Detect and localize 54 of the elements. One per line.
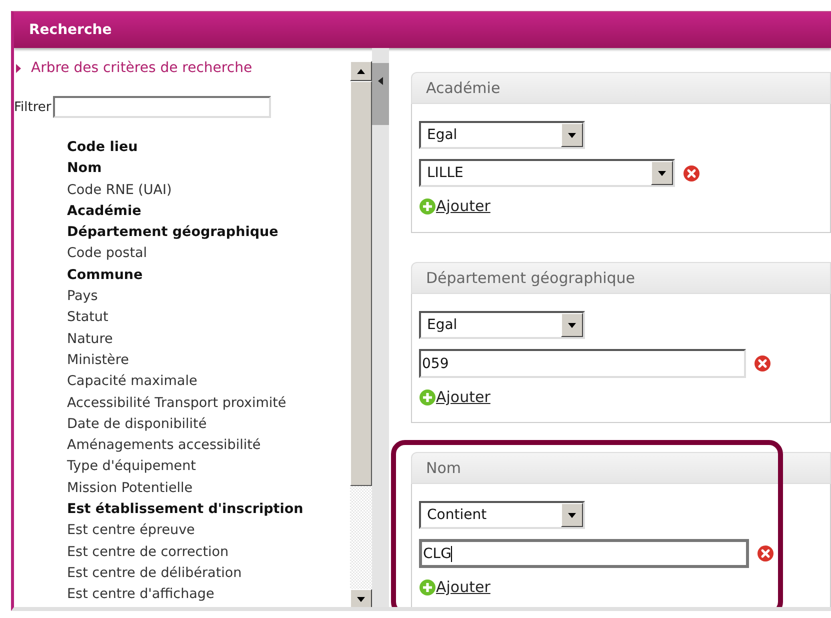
criterion-item[interactable]: Code RNE (UAI): [67, 180, 350, 201]
criterion-item[interactable]: Mission Potentielle: [67, 478, 350, 500]
caret-down-icon: [568, 132, 576, 138]
caret-down-icon: [658, 170, 666, 176]
criterion-item[interactable]: Commune: [67, 264, 350, 286]
scroll-thumb[interactable]: [350, 81, 372, 486]
panel-title: Recherche: [29, 22, 112, 38]
criterion-item[interactable]: Est centre de délibération: [67, 562, 350, 584]
criterion-title: Département géographique: [426, 269, 636, 287]
caret-down-icon: [568, 322, 576, 328]
remove-icon[interactable]: [683, 164, 700, 182]
criterion-item[interactable]: Date de disponibilité: [67, 414, 350, 436]
value-input[interactable]: CLG: [419, 539, 749, 568]
add-link[interactable]: Ajouter: [436, 578, 490, 596]
tree-title-link[interactable]: Arbre des critères de recherche: [31, 60, 252, 76]
remove-icon[interactable]: [754, 355, 771, 372]
criterion-item[interactable]: Statut: [67, 307, 350, 329]
criterion-item[interactable]: Code lieu: [67, 137, 350, 158]
collapse-handle[interactable]: [372, 63, 389, 125]
add-link[interactable]: Ajouter: [436, 388, 490, 406]
value-dropdown[interactable]: LILLE: [419, 159, 675, 187]
criterion-item[interactable]: Capacité maximale: [67, 371, 350, 393]
criterion-item[interactable]: Est centre de correction: [67, 542, 350, 563]
expand-arrow-icon[interactable]: [16, 64, 21, 72]
criterion-title: Nom: [426, 459, 462, 477]
scroll-down-button[interactable]: [350, 589, 372, 607]
criterion-item[interactable]: Ministère: [67, 350, 350, 372]
filter-input[interactable]: [53, 96, 272, 118]
criterion-item[interactable]: Code postal: [67, 243, 350, 265]
remove-icon[interactable]: [757, 545, 774, 562]
criterion-item[interactable]: Accessibilité Transport proximité: [67, 392, 350, 414]
criterion-item[interactable]: Type d'équipement: [67, 456, 350, 478]
criterion-item[interactable]: Pays: [67, 286, 350, 308]
operator-dropdown[interactable]: Egal: [419, 121, 585, 149]
criterion-item[interactable]: Est centre épreuve: [67, 520, 350, 542]
caret-down-icon: [357, 596, 366, 602]
value-input[interactable]: 059: [419, 349, 746, 378]
criterion-item[interactable]: Académie: [67, 200, 350, 222]
add-link[interactable]: Ajouter: [436, 197, 490, 215]
criterion-item[interactable]: Est établissement d'inscription: [67, 499, 350, 520]
caret-down-icon: [568, 512, 576, 518]
criterion-item[interactable]: Nom: [67, 158, 350, 180]
caret-left-icon: [378, 77, 384, 85]
operator-dropdown[interactable]: Egal: [419, 311, 585, 339]
scroll-up-button[interactable]: [350, 61, 372, 81]
caret-up-icon: [357, 68, 366, 74]
criterion-title: Académie: [426, 79, 500, 97]
criterion-item[interactable]: Est centre d'affichage: [67, 584, 350, 606]
filter-label: Filtrer: [14, 100, 52, 114]
operator-dropdown[interactable]: Contient: [419, 501, 585, 529]
criterion-item[interactable]: Nature: [67, 328, 350, 350]
criterion-item[interactable]: Département géographique: [67, 222, 350, 244]
criterion-item[interactable]: Aménagements accessibilité: [67, 435, 350, 456]
scrollbar[interactable]: [350, 61, 372, 607]
